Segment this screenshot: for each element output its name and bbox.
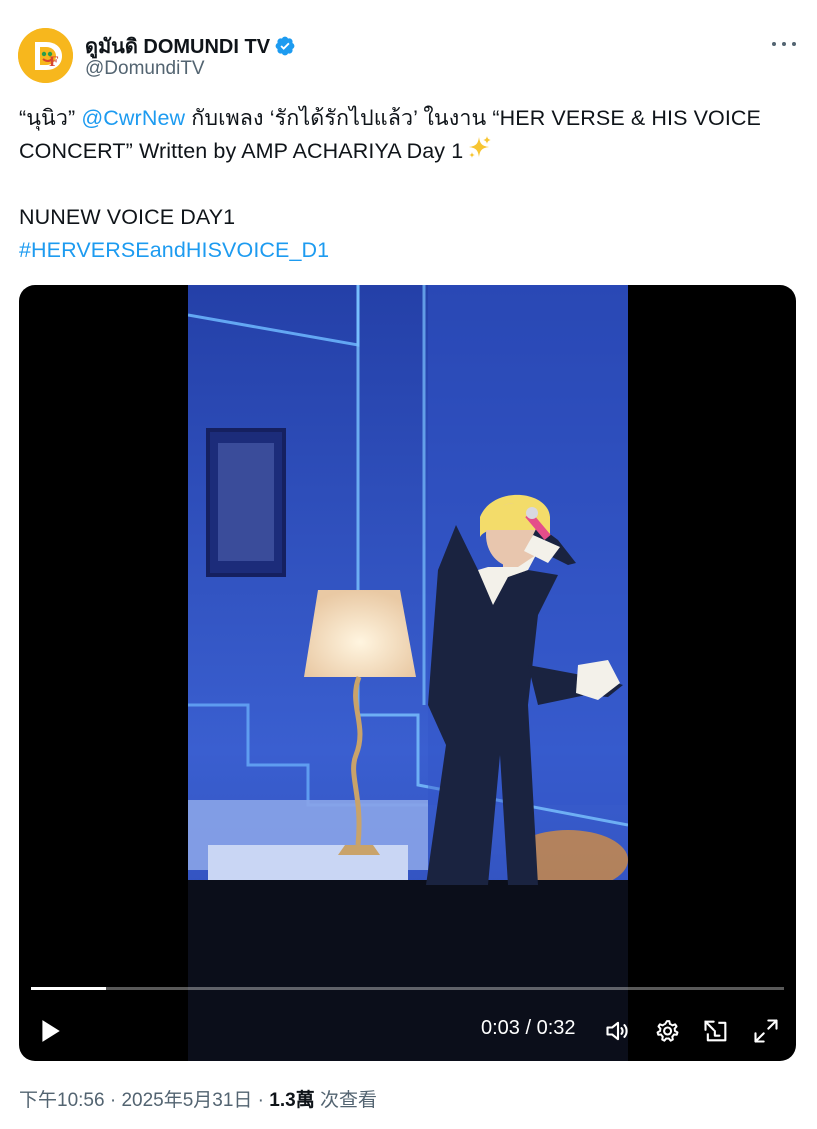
tweet-meta: 下午10:56 · 2025年5月31日 · 1.3萬 次查看 bbox=[19, 1085, 377, 1112]
tweet-text-segment: CONCERT” Written by AMP ACHARIYA Day 1 bbox=[19, 139, 464, 163]
tweet-line-2: CONCERT” Written by AMP ACHARIYA Day 1 bbox=[19, 135, 809, 168]
meta-separator: · bbox=[104, 1090, 122, 1111]
picture-in-picture-icon[interactable] bbox=[702, 1017, 730, 1045]
meta-separator: · bbox=[252, 1090, 270, 1111]
author-handle[interactable]: @DomundiTV bbox=[85, 58, 205, 80]
view-count: 1.3萬 bbox=[269, 1090, 315, 1111]
settings-gear-icon[interactable] bbox=[653, 1017, 681, 1045]
tweet-line-1: “นุนิว” @CwrNew กับเพลง ‘รักได้รักไปแล้ว… bbox=[19, 102, 809, 135]
sparkles-icon bbox=[469, 136, 492, 158]
more-options-button[interactable] bbox=[772, 34, 796, 54]
view-count-label: 次查看 bbox=[314, 1090, 377, 1111]
more-dot-icon bbox=[772, 42, 776, 46]
mention-link[interactable]: @CwrNew bbox=[81, 106, 185, 130]
verified-badge-icon bbox=[275, 36, 295, 56]
tweet-date-link[interactable]: 2025年5月31日 bbox=[121, 1090, 252, 1111]
more-dot-icon bbox=[792, 42, 796, 46]
more-dot-icon bbox=[782, 42, 786, 46]
video-progress-bar[interactable] bbox=[31, 987, 784, 990]
tweet-line-3: NUNEW VOICE DAY1 bbox=[19, 205, 236, 229]
video-time: 0:03 / 0:32 bbox=[481, 1017, 576, 1039]
fullscreen-icon[interactable] bbox=[752, 1017, 780, 1045]
svg-text:F: F bbox=[49, 55, 59, 70]
tweet-text-segment: “นุนิว” bbox=[19, 106, 82, 130]
tweet-time-link[interactable]: 下午10:56 bbox=[19, 1090, 105, 1111]
tweet-text: “นุนิว” @CwrNew กับเพลง ‘รักได้รักไปแล้ว… bbox=[19, 102, 809, 267]
author-avatar[interactable]: F bbox=[18, 28, 73, 83]
volume-icon[interactable] bbox=[604, 1017, 632, 1045]
video-frame[interactable] bbox=[188, 285, 628, 1061]
hashtag-link[interactable]: #HERVERSEandHISVOICE_D1 bbox=[19, 238, 329, 262]
tweet-text-segment: กับเพลง ‘รักได้รักไปแล้ว’ ในงาน “HER VER… bbox=[185, 106, 761, 130]
tweet-header: F ดูมันดิ DOMUNDI TV @DomundiTV bbox=[18, 26, 798, 86]
video-player[interactable]: 0:03 / 0:32 bbox=[19, 285, 796, 1061]
play-icon[interactable] bbox=[37, 1018, 63, 1044]
video-progress-fill bbox=[31, 987, 107, 990]
